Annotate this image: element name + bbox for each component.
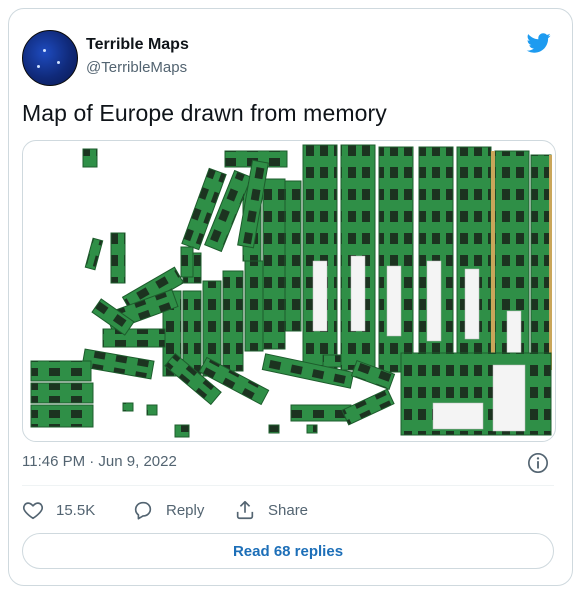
- ram-stick-group-west: [30, 266, 185, 428]
- tweet-text: Map of Europe drawn from memory: [22, 100, 387, 126]
- avatar-star: [43, 49, 46, 52]
- tweet-image[interactable]: [22, 140, 556, 442]
- speech-bubble-icon: [134, 501, 152, 520]
- heart-icon: [23, 502, 43, 520]
- author-name[interactable]: Terrible Maps: [86, 36, 189, 54]
- avatar[interactable]: [22, 30, 78, 86]
- read-replies-button[interactable]: Read 68 replies: [22, 533, 554, 569]
- tweet-timestamp[interactable]: 11:46 PM · Jun 9, 2022: [22, 453, 177, 470]
- reply-label: Reply: [166, 501, 205, 519]
- like-button[interactable]: 15.5K: [22, 498, 95, 522]
- share-label: Share: [268, 501, 309, 519]
- share-button[interactable]: Share: [234, 498, 308, 522]
- avatar-star: [37, 65, 40, 68]
- reply-button[interactable]: Reply: [132, 498, 204, 522]
- like-count: 15.5K: [56, 501, 96, 519]
- ram-stick-group-british-isles: [82, 148, 194, 284]
- divider: [22, 485, 554, 486]
- ram-stick-group-scandinavia: [181, 159, 269, 253]
- ram-stick-group-southeast: [400, 352, 552, 436]
- info-icon[interactable]: [527, 452, 549, 474]
- europe-ram-map-illustration: [30, 144, 552, 438]
- author-handle[interactable]: @TerribleMaps: [86, 59, 187, 76]
- avatar-star: [57, 61, 60, 64]
- share-upload-icon: [236, 500, 254, 520]
- twitter-bird-icon[interactable]: [525, 31, 553, 55]
